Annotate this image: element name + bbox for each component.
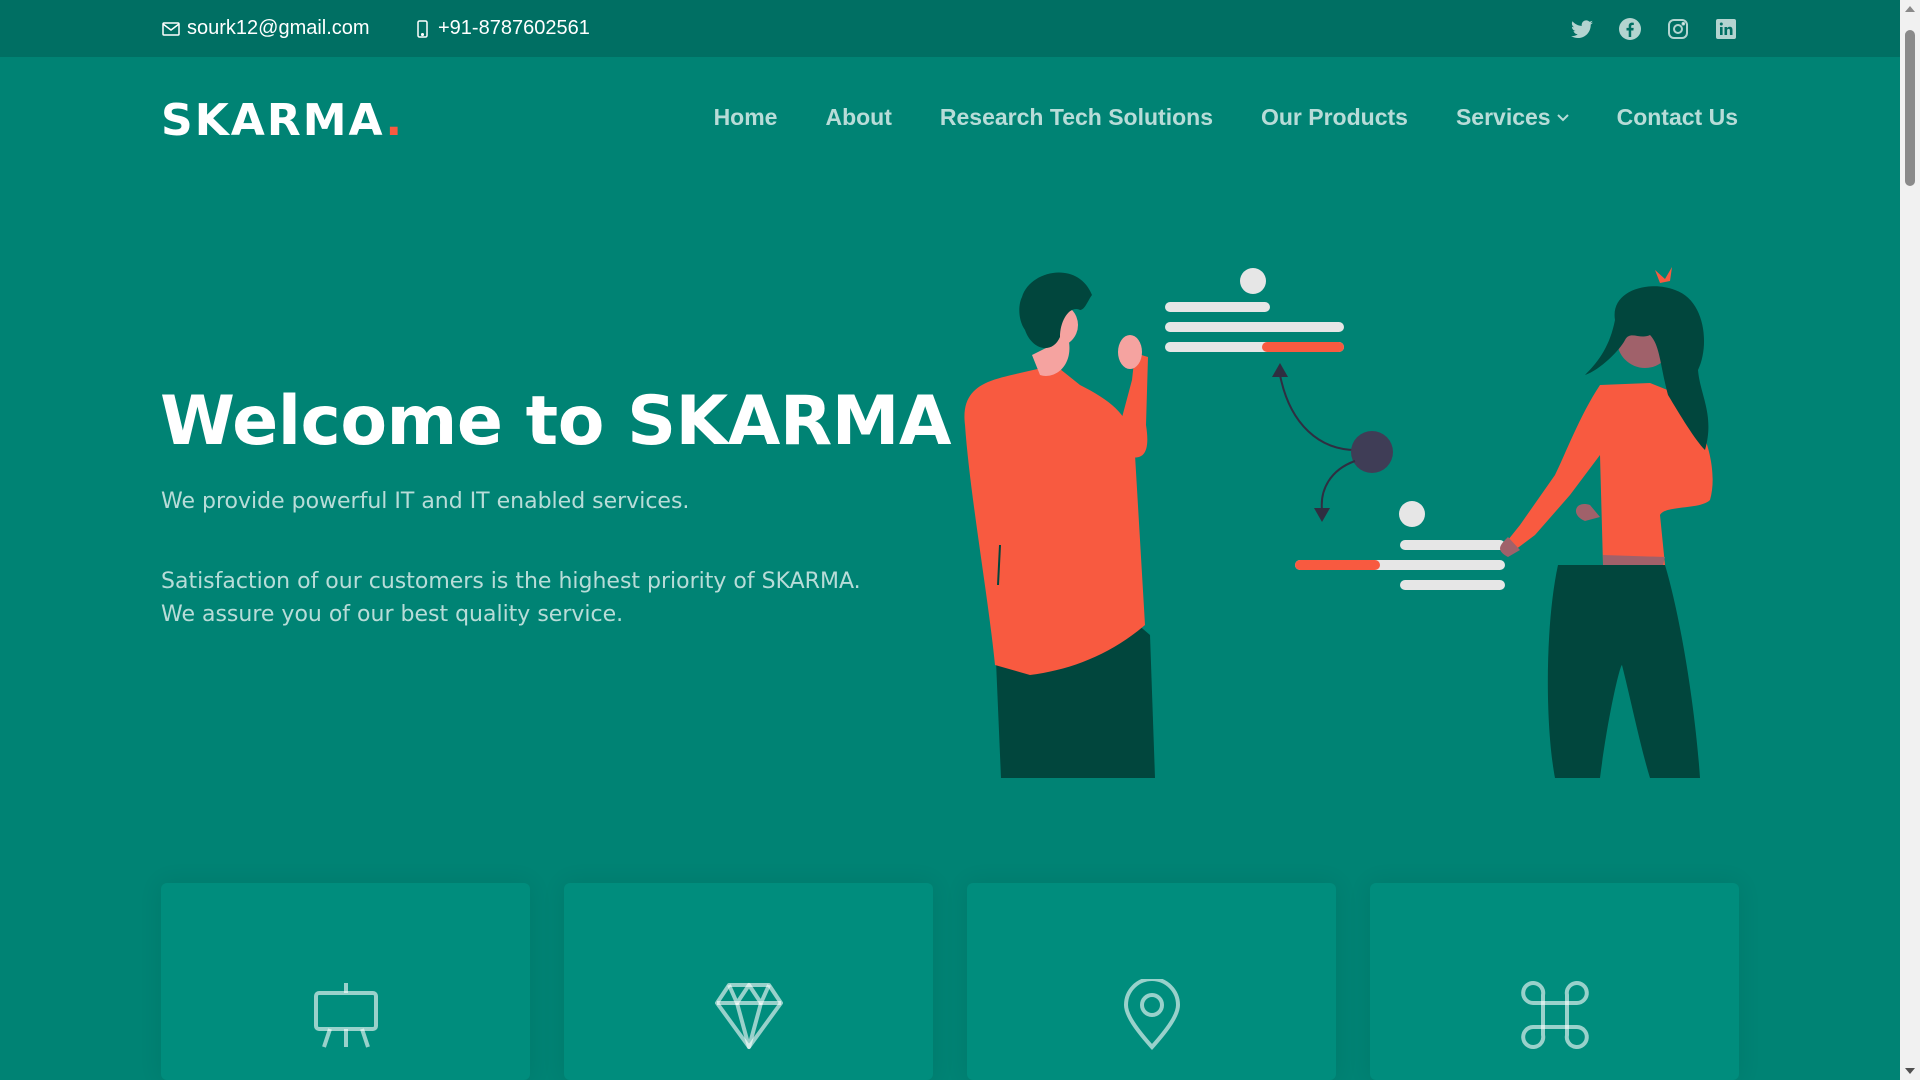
woman-figure xyxy=(1500,267,1713,778)
main-nav: Home About Research Tech Solutions Our P… xyxy=(714,104,1738,131)
logo-text: SKARMA xyxy=(161,95,386,146)
logo[interactable]: SKARMA. xyxy=(161,95,404,146)
location-pin-icon xyxy=(1123,979,1180,1051)
nav-research[interactable]: Research Tech Solutions xyxy=(940,104,1213,131)
phone-contact[interactable]: +91-8787602561 xyxy=(412,0,590,57)
hero-subtitle: We provide powerful IT and IT enabled se… xyxy=(161,489,690,514)
scrollbar[interactable] xyxy=(1900,0,1920,1080)
hero-description: Satisfaction of our customers is the hig… xyxy=(161,569,861,627)
gem-icon xyxy=(714,983,783,1049)
logo-dot: . xyxy=(385,95,405,146)
feature-card[interactable] xyxy=(967,883,1336,1080)
man-figure xyxy=(964,272,1155,778)
linkedin-icon[interactable] xyxy=(1714,17,1738,41)
page: sourk12@gmail.com +91-8787602561 SKARMA.… xyxy=(0,0,1900,1080)
command-icon xyxy=(1520,981,1589,1049)
email-contact[interactable]: sourk12@gmail.com xyxy=(161,0,370,57)
topbar: sourk12@gmail.com +91-8787602561 xyxy=(0,0,1900,57)
envelope-icon xyxy=(162,21,180,36)
hero-title: Welcome to SKARMA xyxy=(160,382,952,461)
hero-illustration xyxy=(964,267,1713,778)
instagram-icon[interactable] xyxy=(1666,17,1690,41)
nav-services[interactable]: Services xyxy=(1456,104,1569,131)
phone-text[interactable]: +91-8787602561 xyxy=(438,17,590,40)
easel-icon xyxy=(313,983,378,1048)
exchange-arrows xyxy=(1272,363,1393,522)
top-dialog-graphic xyxy=(1165,268,1344,352)
email-text[interactable]: sourk12@gmail.com xyxy=(187,17,370,40)
scroll-down-arrow-icon[interactable] xyxy=(1905,1068,1915,1074)
feature-card[interactable] xyxy=(161,883,530,1080)
nav-home[interactable]: Home xyxy=(714,104,778,131)
twitter-icon[interactable] xyxy=(1570,17,1594,41)
scroll-up-arrow-icon[interactable] xyxy=(1905,6,1915,12)
facebook-icon[interactable] xyxy=(1618,17,1642,41)
social-links xyxy=(1570,0,1738,57)
nav-contact[interactable]: Contact Us xyxy=(1617,104,1738,131)
scroll-thumb[interactable] xyxy=(1905,30,1915,186)
nav-about[interactable]: About xyxy=(825,104,891,131)
chevron-down-icon xyxy=(1556,113,1569,121)
nav-products[interactable]: Our Products xyxy=(1261,104,1408,131)
bottom-dialog-graphic xyxy=(1295,501,1505,590)
feature-card[interactable] xyxy=(564,883,933,1080)
header: SKARMA. Home About Research Tech Solutio… xyxy=(0,57,1900,179)
feature-card[interactable] xyxy=(1370,883,1739,1080)
phone-icon xyxy=(417,19,428,38)
nav-services-label: Services xyxy=(1455,104,1551,130)
